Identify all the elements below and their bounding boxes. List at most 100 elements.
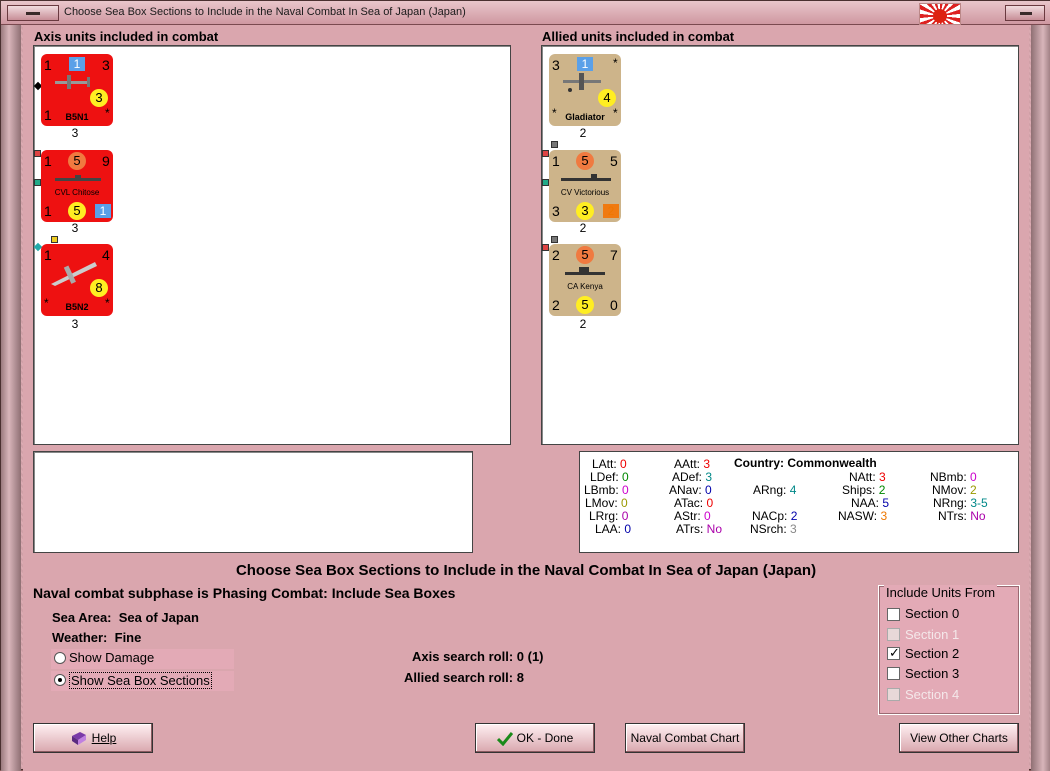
section-4-label: Section 4: [905, 687, 960, 702]
counter-square: 1: [577, 57, 593, 71]
show-sections-option[interactable]: Show Sea Box Sections: [51, 671, 234, 691]
section-3-checkbox[interactable]: [887, 667, 900, 680]
unit-counter-cv-victorious[interactable]: 1 5 5 CV Victorious 3 3 2: [549, 150, 621, 222]
counter-value: 3: [102, 57, 110, 73]
counter-name: B5N2: [65, 302, 89, 312]
allied-search-roll: Allied search roll: 8: [404, 670, 524, 685]
view-other-charts-button[interactable]: View Other Charts: [899, 723, 1019, 753]
counter-name: B5N1: [65, 112, 89, 122]
counter-name: Gladiator: [565, 112, 605, 122]
section-4-checkbox: [887, 688, 900, 701]
counter-star: *: [613, 56, 618, 70]
section-3-label: Section 3: [905, 666, 960, 681]
info-panel: [33, 451, 473, 553]
unit-counter-gladiator[interactable]: 3 1 * 4 * Gladiator *: [549, 54, 621, 126]
counter-value: 9: [102, 153, 110, 169]
unit-counter-cvl-chitose[interactable]: 1 5 9 CVL Chitose 1 5 1: [41, 150, 113, 222]
stat-ships: Ships: 2: [842, 483, 886, 497]
counter-value: 1: [44, 203, 52, 219]
ok-done-button[interactable]: OK - Done: [475, 723, 595, 753]
section-2-label: Section 2: [905, 646, 960, 661]
counter-circle: 3: [90, 89, 108, 107]
left-frame: [1, 25, 21, 771]
marker-icon: [542, 244, 549, 251]
counter-circle: 4: [598, 89, 616, 107]
help-button[interactable]: Help: [33, 723, 153, 753]
section-1-label: Section 1: [905, 627, 960, 642]
close-button[interactable]: [1005, 5, 1045, 21]
counter-value: 7: [610, 247, 618, 263]
window-title: Choose Sea Box Sections to Include in th…: [64, 6, 466, 18]
naval-combat-chart-button[interactable]: Naval Combat Chart: [625, 723, 745, 753]
show-damage-option[interactable]: Show Damage: [51, 649, 234, 669]
counter-star: *: [105, 106, 110, 120]
marker-icon: [542, 150, 549, 157]
unit-counter-b5n2[interactable]: 1 4 8 * B5N2 *: [41, 244, 113, 316]
section-0-checkbox[interactable]: [887, 608, 900, 621]
stat-ldef: LDef: 0: [590, 470, 629, 484]
show-damage-label: Show Damage: [69, 650, 155, 665]
axis-units-list[interactable]: 1 1 3 3 1 B5N1 * 3 1 5 9 CVL Chitose 1 5: [33, 45, 511, 445]
help-label: Help: [91, 731, 117, 745]
stat-adef: ADef: 3: [672, 470, 713, 484]
dialog-content: Axis units included in combat Allied uni…: [23, 25, 1029, 771]
stat-nrng: NRng: 3-5: [933, 496, 988, 510]
dialog-heading: Choose Sea Box Sections to Include in th…: [235, 562, 817, 579]
marker-icon: [551, 236, 558, 243]
counter-circle: 5: [68, 152, 86, 170]
counter-value: 3: [552, 203, 560, 219]
include-legend: Include Units From: [884, 585, 998, 600]
counter-value: 4: [102, 247, 110, 263]
unit-strength: 2: [579, 317, 587, 331]
counter-value: 3: [552, 57, 560, 73]
stat-atrs: ATrs: No: [676, 522, 723, 536]
allied-units-list[interactable]: 3 1 * 4 * Gladiator * 2 1 5 5 CV Victori…: [541, 45, 1019, 445]
counter-value: 2: [552, 247, 560, 263]
counter-value: 2: [552, 297, 560, 313]
minimize-button[interactable]: [7, 5, 59, 21]
dialog-window: Choose Sea Box Sections to Include in th…: [0, 0, 1050, 771]
marker-icon: [51, 236, 58, 243]
counter-circle: 5: [576, 246, 594, 264]
show-sections-radio[interactable]: [54, 674, 66, 686]
marker-icon: [551, 141, 558, 148]
counter-circle: 5: [576, 152, 594, 170]
stat-lrrg: LRrg: 0: [589, 509, 629, 523]
show-damage-radio[interactable]: [54, 652, 66, 664]
section-1-checkbox: [887, 628, 900, 641]
counter-name: CA Kenya: [567, 282, 603, 291]
country: Country: Commonwealth: [734, 456, 877, 470]
include-units-group: Include Units From Section 0 Section 1 S…: [878, 585, 1020, 715]
counter-circle: 5: [576, 296, 594, 314]
axis-header: Axis units included in combat: [34, 29, 219, 44]
unit-strength: 3: [71, 317, 79, 331]
stat-anav: ANav: 0: [669, 483, 712, 497]
counter-value: 0: [610, 297, 618, 313]
counter-value: 1: [44, 57, 52, 73]
ship-icon: [565, 267, 605, 275]
book-icon: [71, 731, 86, 745]
stat-lmov: LMov: 0: [585, 496, 628, 510]
stat-latt: LAtt: 0: [592, 457, 627, 471]
stat-astr: AStr: 0: [674, 509, 711, 523]
unit-strength: 2: [579, 221, 587, 235]
weather: Weather: Fine: [52, 630, 142, 645]
marker-icon: [34, 150, 41, 157]
allied-header: Allied units included in combat: [542, 29, 735, 44]
section-2-checkbox[interactable]: [887, 645, 900, 661]
counter-square: 2: [603, 204, 619, 218]
unit-strength: 3: [71, 126, 79, 140]
unit-counter-b5n1[interactable]: 1 1 3 3 1 B5N1 *: [41, 54, 113, 126]
stat-ntrs: NTrs: No: [938, 509, 986, 523]
stat-aatt: AAtt: 3: [674, 457, 711, 471]
unit-counter-ca-kenya[interactable]: 2 5 7 CA Kenya 2 5 0: [549, 244, 621, 316]
counter-value: 1: [44, 153, 52, 169]
stat-laa: LAA: 0: [595, 522, 632, 536]
section-0-label: Section 0: [905, 606, 960, 621]
counter-square: 1: [69, 57, 85, 71]
stat-lbmb: LBmb: 0: [584, 483, 629, 497]
ship-icon: [561, 174, 611, 181]
stat-nmov: NMov: 2: [932, 483, 977, 497]
sea-area: Sea Area: Sea of Japan: [52, 610, 199, 625]
counter-star: *: [613, 106, 618, 120]
